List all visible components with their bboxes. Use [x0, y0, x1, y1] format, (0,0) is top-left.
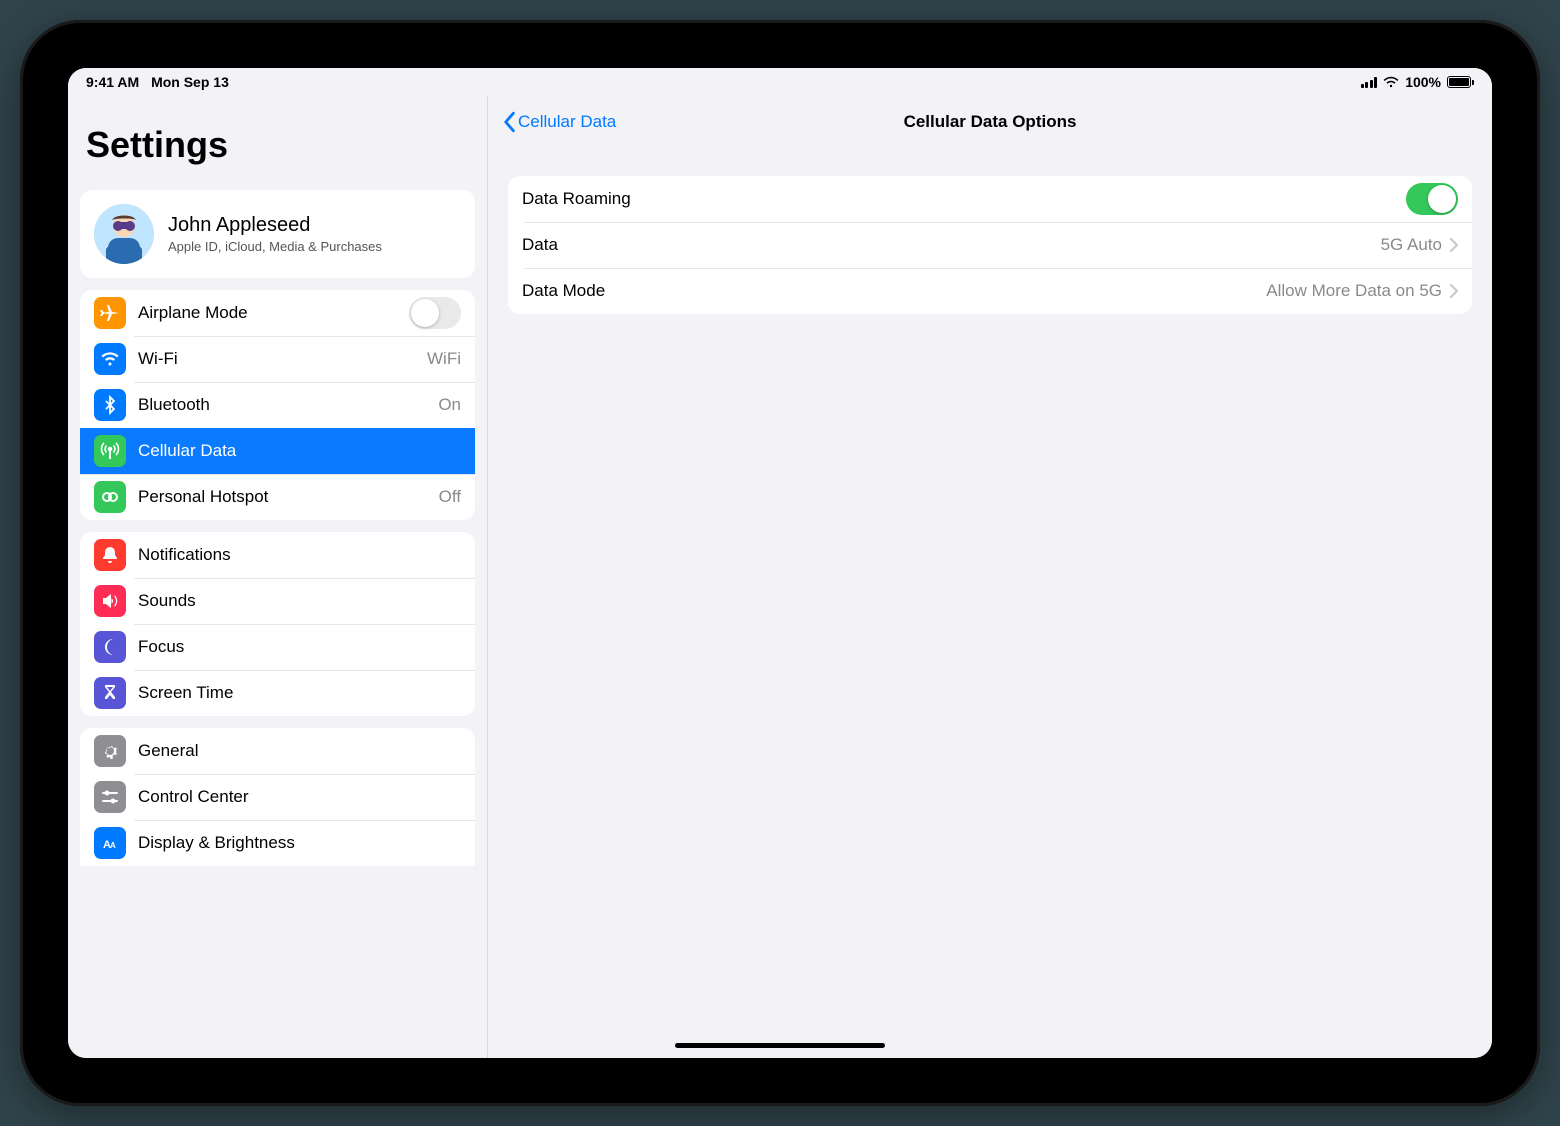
data-value: 5G Auto	[1381, 235, 1442, 255]
data-roaming-label: Data Roaming	[522, 189, 1406, 209]
account-subtitle: Apple ID, iCloud, Media & Purchases	[168, 239, 461, 254]
back-button[interactable]: Cellular Data	[502, 111, 616, 133]
detail-title: Cellular Data Options	[904, 112, 1077, 132]
speaker-icon	[94, 585, 126, 617]
home-indicator[interactable]	[675, 1043, 885, 1048]
detail-navbar: Cellular Data Cellular Data Options	[488, 96, 1492, 148]
sliders-icon	[94, 781, 126, 813]
hotspot-label: Personal Hotspot	[138, 487, 439, 507]
chevron-right-icon	[1450, 238, 1458, 252]
bluetooth-label: Bluetooth	[138, 395, 438, 415]
notifications-group: Notifications Sounds Focus Screen Time	[80, 532, 475, 716]
battery-icon	[1447, 76, 1474, 88]
airplane-toggle[interactable]	[409, 297, 461, 329]
hourglass-icon	[94, 677, 126, 709]
svg-text:A: A	[110, 841, 116, 850]
sounds-label: Sounds	[138, 591, 461, 611]
sidebar-item-controlcenter[interactable]: Control Center	[80, 774, 475, 820]
display-label: Display & Brightness	[138, 833, 461, 853]
data-mode-value: Allow More Data on 5G	[1266, 281, 1442, 301]
airplane-label: Airplane Mode	[138, 303, 409, 323]
sidebar-item-airplane[interactable]: Airplane Mode	[80, 290, 475, 336]
battery-percent: 100%	[1405, 74, 1441, 90]
screentime-label: Screen Time	[138, 683, 461, 703]
sidebar-item-screentime[interactable]: Screen Time	[80, 670, 475, 716]
status-time: 9:41 AM	[86, 74, 139, 90]
settings-title: Settings	[68, 96, 487, 178]
cellular-signal-icon	[1361, 76, 1378, 88]
general-group: General Control Center AA Display & Brig…	[80, 728, 475, 866]
chevron-left-icon	[502, 111, 516, 133]
notifications-label: Notifications	[138, 545, 461, 565]
airplane-icon	[94, 297, 126, 329]
focus-label: Focus	[138, 637, 461, 657]
screen: 9:41 AM Mon Sep 13 100% Settings	[68, 68, 1492, 1058]
controlcenter-label: Control Center	[138, 787, 461, 807]
text-size-icon: AA	[94, 827, 126, 859]
data-mode-label: Data Mode	[522, 281, 1266, 301]
bluetooth-icon	[94, 389, 126, 421]
sidebar-item-hotspot[interactable]: Personal Hotspot Off	[80, 474, 475, 520]
moon-icon	[94, 631, 126, 663]
general-label: General	[138, 741, 461, 761]
data-roaming-toggle[interactable]	[1406, 183, 1458, 215]
wifi-icon	[1383, 76, 1399, 88]
cellular-label: Cellular Data	[138, 441, 461, 461]
wifi-settings-icon	[94, 343, 126, 375]
account-group: John Appleseed Apple ID, iCloud, Media &…	[80, 190, 475, 278]
sidebar-item-wifi[interactable]: Wi-Fi WiFi	[80, 336, 475, 382]
settings-sidebar[interactable]: Settings John Appleseed Apple ID, iCloud…	[68, 96, 488, 1058]
chevron-right-icon	[1450, 284, 1458, 298]
hotspot-value: Off	[439, 487, 461, 507]
bluetooth-value: On	[438, 395, 461, 415]
hotspot-icon	[94, 481, 126, 513]
status-date: Mon Sep 13	[151, 74, 229, 90]
account-name: John Appleseed	[168, 214, 461, 237]
data-mode-row[interactable]: Data Mode Allow More Data on 5G	[508, 268, 1472, 314]
wifi-label: Wi-Fi	[138, 349, 427, 369]
data-roaming-row[interactable]: Data Roaming	[508, 176, 1472, 222]
connectivity-group: Airplane Mode Wi-Fi WiFi Bluetooth On	[80, 290, 475, 520]
data-label: Data	[522, 235, 1381, 255]
data-row[interactable]: Data 5G Auto	[508, 222, 1472, 268]
back-label: Cellular Data	[518, 112, 616, 132]
sidebar-item-cellular[interactable]: Cellular Data	[80, 428, 475, 474]
sidebar-item-focus[interactable]: Focus	[80, 624, 475, 670]
sidebar-item-sounds[interactable]: Sounds	[80, 578, 475, 624]
sidebar-item-display[interactable]: AA Display & Brightness	[80, 820, 475, 866]
sidebar-item-bluetooth[interactable]: Bluetooth On	[80, 382, 475, 428]
antenna-icon	[94, 435, 126, 467]
apple-id-row[interactable]: John Appleseed Apple ID, iCloud, Media &…	[80, 190, 475, 278]
avatar-icon	[94, 204, 154, 264]
sidebar-item-notifications[interactable]: Notifications	[80, 532, 475, 578]
cellular-options-group: Data Roaming Data 5G Auto Data Mode Allo…	[508, 176, 1472, 314]
status-bar: 9:41 AM Mon Sep 13 100%	[68, 68, 1492, 96]
sidebar-item-general[interactable]: General	[80, 728, 475, 774]
ipad-frame: 9:41 AM Mon Sep 13 100% Settings	[20, 20, 1540, 1106]
gear-icon	[94, 735, 126, 767]
wifi-value: WiFi	[427, 349, 461, 369]
bell-icon	[94, 539, 126, 571]
detail-pane: Cellular Data Cellular Data Options Data…	[488, 96, 1492, 1058]
